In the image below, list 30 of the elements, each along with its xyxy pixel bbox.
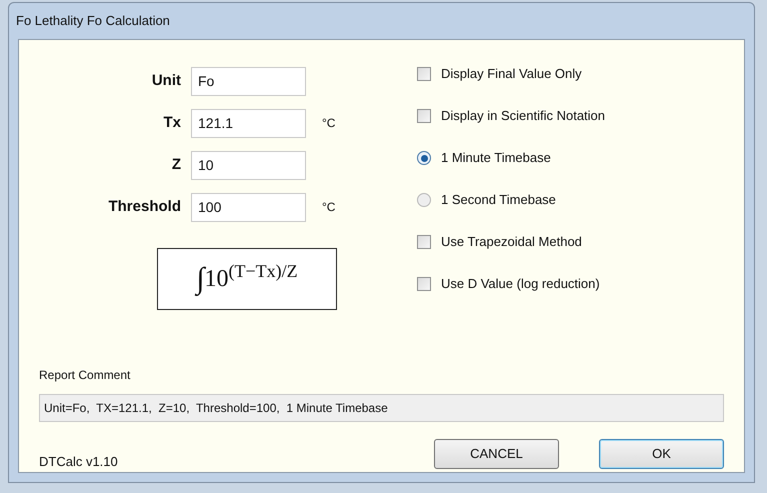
window-title: Fo Lethality Fo Calculation (16, 12, 170, 30)
option-label: Use Trapezoidal Method (441, 233, 582, 252)
checkbox[interactable] (417, 67, 431, 81)
checkbox[interactable] (417, 235, 431, 249)
option-label: 1 Minute Timebase (441, 149, 551, 168)
unit-label: °C (322, 199, 336, 216)
input-field[interactable]: 121.1 (191, 108, 306, 138)
option-label: Use D Value (log reduction) (441, 275, 600, 294)
field-label: Tx (162, 112, 182, 133)
integral-sign: ∫ (196, 264, 205, 294)
option-label: 1 Second Timebase (441, 191, 556, 210)
input-field[interactable]: Fo (191, 66, 306, 96)
option-label: Display Final Value Only (441, 65, 582, 84)
checkbox[interactable] (417, 277, 431, 291)
unit-label: °C (322, 115, 336, 132)
option-label: Display in Scientific Notation (441, 107, 606, 126)
input-field[interactable]: 100 (191, 192, 306, 222)
version-label: DTCalc v1.10 (39, 453, 119, 471)
dialog-button[interactable]: OK (599, 438, 724, 469)
radio-button[interactable] (417, 151, 431, 165)
checkbox[interactable] (417, 109, 431, 123)
radio-button[interactable] (417, 193, 431, 207)
field-label: Z (170, 154, 182, 175)
report-comment-field[interactable]: Unit=Fo, TX=121.1, Z=10, Threshold=100, 1 Minute Timebase (39, 394, 724, 422)
input-field[interactable]: 10 (191, 150, 306, 180)
field-label: Threshold (107, 196, 182, 217)
report-comment-label: Report Comment (39, 367, 132, 384)
formula-expression: 10$^{(T−Tx)/Z}$ (204, 261, 298, 292)
field-label: Unit (150, 70, 182, 91)
dialog-button[interactable]: CANCEL (434, 438, 559, 469)
